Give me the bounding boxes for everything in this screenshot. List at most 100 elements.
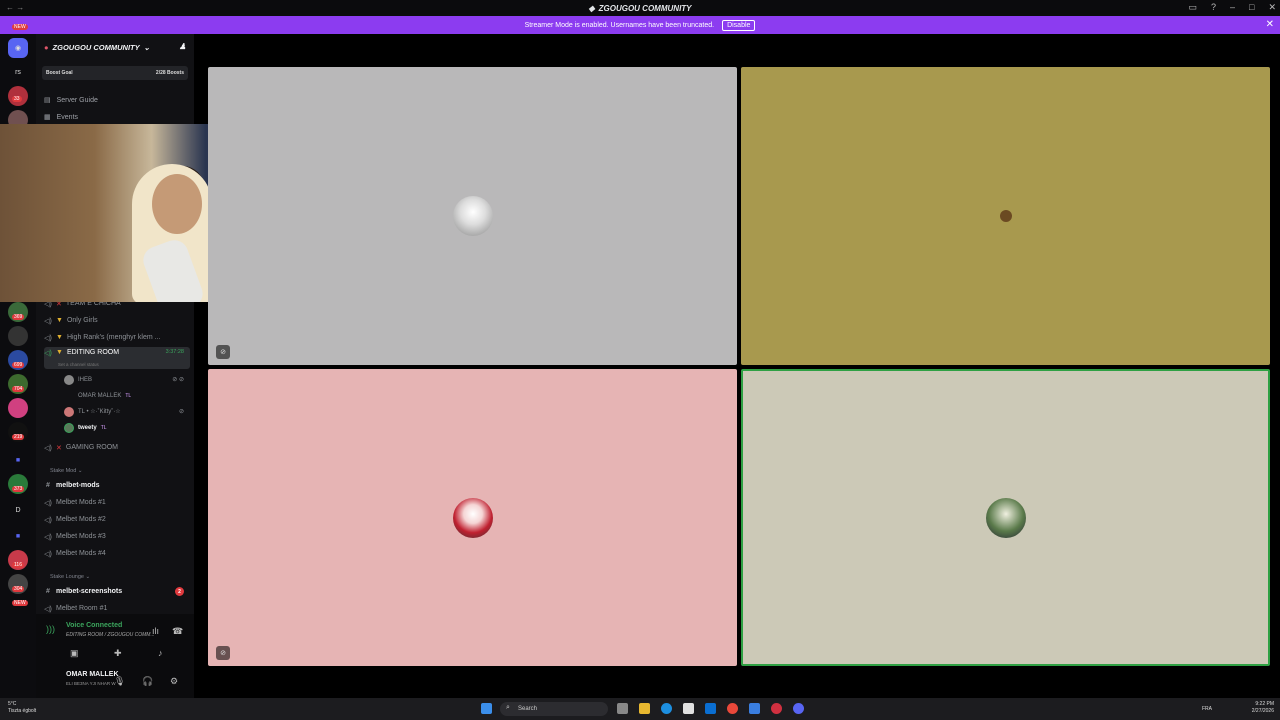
category-stake-lounge[interactable]: Stake Lounge ⌄	[50, 574, 90, 580]
avatar	[64, 406, 74, 417]
channel-name: GAMING ROOM	[65, 444, 118, 451]
voice-user-name: IHEB	[78, 376, 93, 383]
rail-badge: NEW	[12, 600, 28, 606]
soundboard-icon[interactable]: ♪	[158, 648, 163, 658]
store-icon[interactable]	[683, 703, 694, 714]
streamer-mode-banner: Streamer Mode is enabled. Usernames have…	[0, 16, 1280, 34]
clock[interactable]: 9:22 PM 2/27/2026	[1252, 701, 1274, 715]
speaker-icon: ◁)	[44, 516, 52, 524]
avatar	[985, 497, 1026, 538]
microphone-icon[interactable]: 🎙	[114, 676, 125, 687]
voice-user[interactable]: tweety TL	[64, 420, 190, 435]
activity-icon[interactable]: ✚	[114, 648, 122, 659]
hashtag-icon: #	[46, 482, 50, 489]
disconnect-icon[interactable]: ☎	[172, 626, 183, 637]
voice-location[interactable]: EDITING ROOM / ZGOUGOU COMM...	[66, 632, 155, 638]
voice-channel[interactable]: ◁) Melbet Mods #3	[44, 529, 190, 544]
channel-name: Only Girls	[66, 317, 98, 324]
participant-tile[interactable]	[741, 67, 1270, 365]
mail-icon[interactable]	[705, 703, 716, 714]
discord-icon[interactable]	[793, 703, 804, 714]
close-banner-icon[interactable]: ✕	[1266, 19, 1274, 30]
channel-name: Melbet Mods #3	[56, 533, 106, 540]
signal-icon[interactable]: )))	[46, 624, 55, 634]
voice-channel[interactable]: ◁) Melbet Mods #1	[44, 495, 190, 510]
server-header[interactable]: ● ZGOUGOU COMMUNITY ⌄ ♟	[36, 34, 194, 60]
text-channel[interactable]: # melbet-mods	[44, 478, 190, 493]
channel-name: melbet-screenshots	[56, 588, 123, 595]
close-window-icon[interactable]: ✕	[1268, 2, 1276, 13]
inbox-icon[interactable]: ▭	[1188, 2, 1197, 13]
search-box[interactable]: ⌕ Search	[500, 702, 608, 716]
rail-badge: NEW	[12, 24, 28, 30]
channel-name: Melbet Mods #4	[56, 550, 106, 557]
noise-suppression-icon[interactable]: ılı	[152, 626, 159, 636]
participant-tile-speaking[interactable]	[741, 369, 1270, 666]
server-icon[interactable]	[8, 326, 28, 346]
avatar	[999, 210, 1012, 222]
speaker-icon: ◁)	[44, 350, 52, 357]
app-icon[interactable]	[749, 703, 760, 714]
rail-badge: 219	[12, 434, 25, 440]
home-icon[interactable]: ◉	[8, 38, 28, 58]
voice-connection-panel: ))) Voice Connected EDITING ROOM / ZGOUG…	[36, 614, 194, 698]
chrome-icon[interactable]	[727, 703, 738, 714]
server-icon[interactable]	[8, 398, 28, 418]
participant-tile[interactable]: ⊘	[208, 67, 737, 365]
voice-user[interactable]: IHEB ⊘ ⊘	[64, 372, 190, 387]
headphones-icon[interactable]: 🎧	[142, 676, 153, 687]
boost-goal[interactable]: Boost Goal 2/28 Boosts	[42, 66, 188, 80]
speaker-icon: ◁)	[44, 499, 52, 507]
folder-icon[interactable]: ■	[8, 450, 28, 470]
chevron-down-icon: ⌄	[143, 42, 150, 52]
server-name: ZGOUGOU COMMUNITY	[52, 42, 140, 52]
task-view-icon[interactable]	[617, 703, 628, 714]
app-icon[interactable]	[771, 703, 782, 714]
server-text-icon[interactable]: D	[8, 500, 28, 520]
shield-icon: ▼	[56, 317, 63, 324]
weather-temp: 5°C	[8, 701, 17, 707]
speaker-icon: ◁)	[44, 550, 52, 558]
voice-channel[interactable]: ◁) ✕ GAMING ROOM	[44, 440, 190, 455]
avatar	[64, 374, 74, 385]
file-explorer-icon[interactable]	[639, 703, 650, 714]
folder-icon[interactable]: ■	[8, 526, 28, 546]
clock-time: 9:22 PM	[1255, 701, 1274, 707]
edge-icon[interactable]	[661, 703, 672, 714]
text-channel[interactable]: # melbet-screenshots 2	[44, 584, 190, 599]
channel-name: Melbet Room #1	[56, 605, 108, 612]
webcam-person-head	[152, 174, 202, 234]
channel-status[interactable]: Set a channel status	[58, 362, 99, 367]
invite-icon[interactable]: ♟	[179, 42, 186, 51]
disable-button[interactable]: Disable	[722, 19, 756, 31]
search-icon: ⌕	[506, 704, 510, 711]
banner-text: Streamer Mode is enabled. Usernames have…	[524, 21, 715, 29]
help-icon[interactable]: ?	[1211, 2, 1216, 13]
voice-user[interactable]: TL • ☆·˚Kitty˚·☆ ⊘	[64, 404, 190, 419]
rail-badge: 33	[12, 96, 22, 102]
events[interactable]: ▦ Events	[44, 113, 78, 122]
clock-date: 2/27/2026	[1251, 708, 1274, 714]
voice-channel[interactable]: ◁) ▼ Only Girls	[44, 313, 190, 328]
voice-user-name: OMAR MALLEK	[78, 392, 122, 399]
voice-channel[interactable]: ◁) Melbet Mods #2	[44, 512, 190, 527]
minimize-icon[interactable]: –	[1230, 2, 1235, 13]
server-guide[interactable]: ▤ Server Guide	[44, 96, 98, 105]
start-icon[interactable]	[481, 703, 492, 714]
avatar	[452, 196, 493, 236]
rail-badge: 116	[12, 562, 24, 568]
back-arrow-icon[interactable]: ← →	[6, 3, 24, 12]
channel-name: Melbet Mods #2	[56, 516, 106, 523]
screen-share-icon[interactable]: ▣	[70, 648, 79, 659]
avatar	[452, 497, 493, 538]
category-stake-mod[interactable]: Stake Mod ⌄	[50, 468, 82, 474]
voice-user[interactable]: OMAR MALLEK TL	[64, 388, 190, 403]
maximize-icon[interactable]: □	[1249, 2, 1254, 13]
voice-channel[interactable]: ◁) Melbet Mods #4	[44, 546, 190, 561]
voice-channel[interactable]: ◁) ▼ High Rank's (menghyr klem ...	[44, 330, 190, 345]
weather-widget[interactable]: 5°C Tiszta égbolt	[8, 701, 36, 715]
settings-gear-icon[interactable]: ⚙	[170, 676, 178, 687]
participant-tile[interactable]: ⊘	[208, 369, 737, 666]
server-text-icon[interactable]: rs	[8, 62, 28, 82]
language-indicator[interactable]: FRA	[1202, 706, 1212, 712]
